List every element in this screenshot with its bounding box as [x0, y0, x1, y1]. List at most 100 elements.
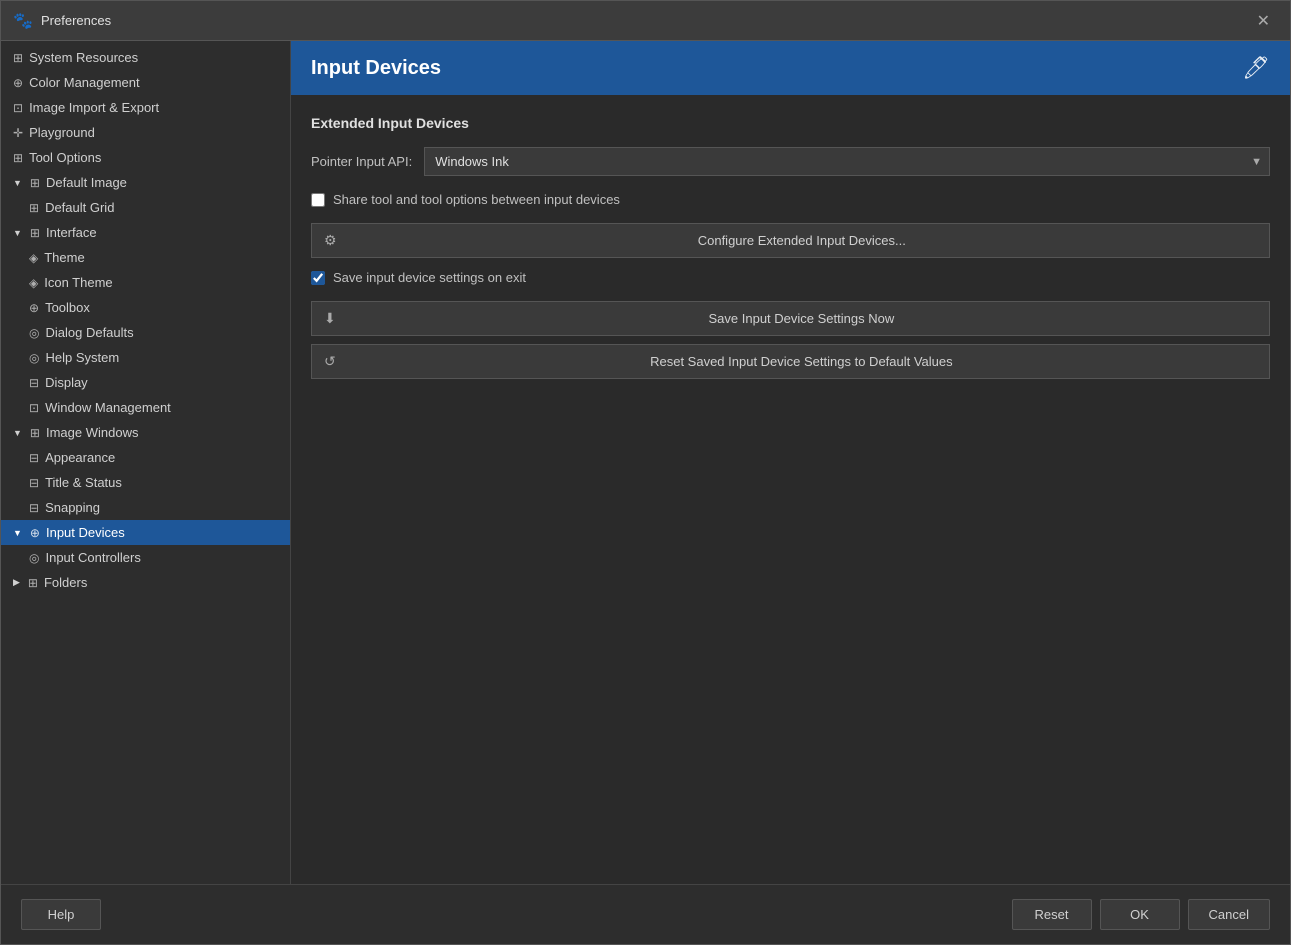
header-device-icon: 🖊 [1242, 55, 1270, 81]
save-button-label: Save Input Device Settings Now [346, 311, 1257, 326]
sidebar-item-label: Input Devices [46, 525, 125, 540]
sidebar-item-default-grid[interactable]: ⊞ Default Grid [1, 195, 290, 220]
footer-left: Help [21, 899, 1012, 930]
cancel-button[interactable]: Cancel [1188, 899, 1270, 930]
sidebar-item-label: Snapping [45, 500, 100, 515]
sidebar-item-label: Icon Theme [44, 275, 112, 290]
sidebar-item-label: Image Import & Export [29, 100, 159, 115]
pointer-input-select[interactable]: Windows Ink WinTab Legacy [424, 147, 1270, 176]
sidebar-item-appearance[interactable]: ⊟ Appearance [1, 445, 290, 470]
app-icon: 🐾 [13, 11, 33, 31]
reset-settings-button[interactable]: ↺ Reset Saved Input Device Settings to D… [311, 344, 1270, 379]
pointer-input-row: Pointer Input API: Windows Ink WinTab Le… [311, 147, 1270, 176]
sidebar-item-label: System Resources [29, 50, 138, 65]
sidebar-item-label: Dialog Defaults [45, 325, 133, 340]
sidebar-icon: ✛ [13, 126, 23, 140]
sidebar-item-label: Window Management [45, 400, 171, 415]
arrow-icon: ▶ [13, 577, 20, 588]
sidebar-item-dialog-defaults[interactable]: ◎ Dialog Defaults [1, 320, 290, 345]
sidebar-item-display[interactable]: ⊟Display [1, 370, 290, 395]
sidebar-item-label: Color Management [29, 75, 140, 90]
share-checkbox-label[interactable]: Share tool and tool options between inpu… [333, 192, 620, 207]
ok-button[interactable]: OK [1100, 899, 1180, 930]
content-body: Extended Input Devices Pointer Input API… [291, 95, 1290, 884]
sidebar-item-input-controllers[interactable]: ◎Input Controllers [1, 545, 290, 570]
sidebar-item-default-image[interactable]: ▼⊞Default Image [1, 170, 290, 195]
content-area: Input Devices 🖊 Extended Input Devices P… [291, 41, 1290, 884]
save-on-exit-checkbox[interactable] [311, 271, 325, 285]
main-content: ⊞ System Resources ⊕ Color Management ⊡ Image… [1, 41, 1290, 884]
share-checkbox-row: Share tool and tool options between inpu… [311, 188, 1270, 211]
sidebar-icon: ⊡ [29, 401, 39, 415]
sidebar-item-color-management[interactable]: ⊕ Color Management [1, 70, 290, 95]
sidebar-icon: ⊞ [30, 176, 40, 190]
close-button[interactable]: ✕ [1249, 7, 1278, 35]
share-checkbox[interactable] [311, 193, 325, 207]
sidebar-item-help-system[interactable]: ◎ Help System [1, 345, 290, 370]
sidebar-item-image-import-export[interactable]: ⊡ Image Import & Export [1, 95, 290, 120]
configure-icon: ⚙ [324, 232, 337, 249]
sidebar: ⊞ System Resources ⊕ Color Management ⊡ Image… [1, 41, 291, 884]
reset-button-label: Reset Saved Input Device Settings to Def… [346, 354, 1257, 369]
configure-button[interactable]: ⚙ Configure Extended Input Devices... [311, 223, 1270, 258]
sidebar-item-label: Tool Options [29, 150, 101, 165]
sidebar-item-window-management[interactable]: ⊡ Window Management [1, 395, 290, 420]
sidebar-icon: ⊟ [29, 476, 39, 490]
arrow-icon: ▼ [13, 178, 22, 188]
save-on-exit-row: Save input device settings on exit [311, 266, 1270, 289]
sidebar-item-tool-options[interactable]: ⊞ Tool Options [1, 145, 290, 170]
sidebar-icon: ⊞ [30, 226, 40, 240]
arrow-icon: ▼ [13, 528, 22, 538]
save-on-exit-label[interactable]: Save input device settings on exit [333, 270, 526, 285]
sidebar-icon: ⊡ [13, 101, 23, 115]
sidebar-item-label: Appearance [45, 450, 115, 465]
sidebar-icon: ⊞ [29, 201, 39, 215]
sidebar-icon: ⊕ [29, 301, 39, 315]
configure-button-label: Configure Extended Input Devices... [347, 233, 1257, 248]
sidebar-item-playground[interactable]: ✛ Playground [1, 120, 290, 145]
save-settings-button[interactable]: ⬇ Save Input Device Settings Now [311, 301, 1270, 336]
sidebar-item-snapping[interactable]: ⊟ Snapping [1, 495, 290, 520]
sidebar-icon: ⊟ [29, 501, 39, 515]
sidebar-icon: ⊞ [28, 576, 38, 590]
arrow-icon: ▼ [13, 228, 22, 238]
reset-button[interactable]: Reset [1012, 899, 1092, 930]
sidebar-item-folders[interactable]: ▶⊞Folders [1, 570, 290, 595]
sidebar-item-theme[interactable]: ◈ Theme [1, 245, 290, 270]
content-title: Input Devices [311, 57, 441, 80]
sidebar-icon: ⊞ [30, 426, 40, 440]
sidebar-icon: ⊟ [29, 451, 39, 465]
window-title: Preferences [41, 13, 1249, 28]
content-header: Input Devices 🖊 [291, 41, 1290, 95]
sidebar-icon: ◎ [29, 351, 39, 365]
sidebar-item-interface[interactable]: ▼ ⊞ Interface [1, 220, 290, 245]
sidebar-item-label: Interface [46, 225, 97, 240]
help-button[interactable]: Help [21, 899, 101, 930]
sidebar-item-input-devices[interactable]: ▼ ⊕ Input Devices [1, 520, 290, 545]
save-settings-row: ⬇ Save Input Device Settings Now [311, 301, 1270, 336]
sidebar-icon: ⊞ [13, 51, 23, 65]
sidebar-icon: ⊞ [13, 151, 23, 165]
sidebar-item-image-windows[interactable]: ▼⊞Image Windows [1, 420, 290, 445]
sidebar-item-title-status[interactable]: ⊟ Title & Status [1, 470, 290, 495]
sidebar-item-label: Playground [29, 125, 95, 140]
arrow-icon: ▼ [13, 428, 22, 438]
sidebar-icon: ⊟ [29, 376, 39, 390]
footer-right: Reset OK Cancel [1012, 899, 1270, 930]
sidebar-icon: ◈ [29, 251, 38, 265]
sidebar-item-toolbox[interactable]: ⊕Toolbox [1, 295, 290, 320]
save-icon: ⬇ [324, 310, 336, 327]
sidebar-icon: ⊕ [13, 76, 23, 90]
section-title: Extended Input Devices [311, 115, 1270, 131]
sidebar-item-label: Default Grid [45, 200, 114, 215]
footer: Help Reset OK Cancel [1, 884, 1290, 944]
sidebar-item-label: Theme [44, 250, 84, 265]
titlebar: 🐾 Preferences ✕ [1, 1, 1290, 41]
sidebar-icon: ◎ [29, 326, 39, 340]
sidebar-item-system-resources[interactable]: ⊞ System Resources [1, 45, 290, 70]
sidebar-item-label: Title & Status [45, 475, 122, 490]
sidebar-item-label: Help System [45, 350, 119, 365]
sidebar-icon: ⊕ [30, 526, 40, 540]
sidebar-icon: ◈ [29, 276, 38, 290]
sidebar-item-icon-theme[interactable]: ◈ Icon Theme [1, 270, 290, 295]
